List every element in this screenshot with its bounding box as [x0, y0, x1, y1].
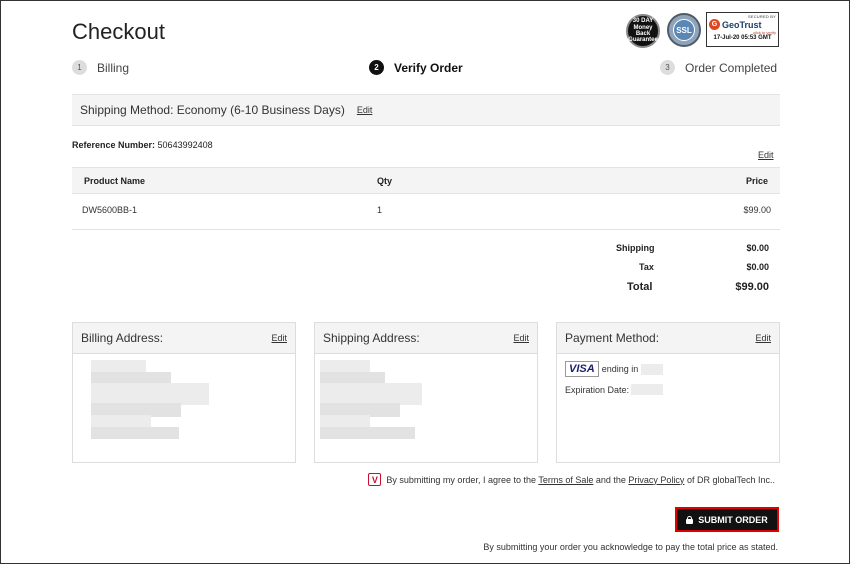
submit-order-button[interactable]: SUBMIT ORDER — [675, 507, 779, 532]
billing-edit-link[interactable]: Edit — [271, 333, 287, 343]
tax-value: $0.00 — [746, 262, 769, 272]
shipping-address-box: Shipping Address: Edit — [314, 322, 538, 463]
cell-qty: 1 — [377, 205, 383, 215]
payment-method-title: Payment Method: — [565, 331, 660, 345]
expiration-redacted — [631, 384, 664, 395]
column-header-price: Price — [745, 175, 768, 186]
shipping-method-edit-link[interactable]: Edit — [357, 105, 373, 115]
shipping-edit-link[interactable]: Edit — [513, 333, 529, 343]
step-label: Verify Order — [394, 60, 463, 75]
payment-edit-link[interactable]: Edit — [755, 333, 771, 343]
billing-address-box: Billing Address: Edit — [72, 322, 296, 463]
card-ending-label: ending in — [601, 364, 639, 374]
step-number: 1 — [72, 60, 87, 75]
shipping-total-value: $0.00 — [746, 243, 769, 253]
card-last-digits-redacted — [641, 363, 664, 375]
lock-icon — [686, 515, 694, 524]
tax-label: Tax — [639, 262, 654, 272]
footer-note: By submitting your order you acknowledge… — [483, 542, 778, 552]
shipping-method-label: Shipping Method: — [80, 103, 174, 117]
privacy-policy-link[interactable]: Privacy Policy — [628, 475, 684, 485]
shipping-address-title: Shipping Address: — [323, 331, 420, 345]
expiration-label: Expiration Date: — [565, 384, 630, 395]
shipping-method-bar: Shipping Method: Economy (6-10 Business … — [72, 94, 780, 126]
reference-label: Reference Number: — [72, 140, 156, 150]
ssl-badge: SSL — [667, 13, 701, 47]
total-label: Total — [627, 281, 653, 293]
geotrust-brand: GeoTrust — [722, 19, 762, 30]
table-row: DW5600BB-1 1 $99.00 — [72, 194, 780, 230]
column-header-qty: Qty — [377, 175, 393, 186]
column-header-product: Product Name — [84, 175, 146, 186]
step-verify-order: 2 Verify Order — [369, 60, 463, 75]
step-number: 3 — [660, 60, 675, 75]
step-label: Order Completed — [685, 60, 778, 75]
geotrust-badge[interactable]: SECURED BY G GeoTrust click to verify 17… — [706, 12, 779, 47]
shipping-total-label: Shipping — [616, 243, 655, 253]
shipping-method-value: Economy (6-10 Business Days) — [176, 103, 345, 117]
money-back-badge: 30 DAY Money Back Guarantee — [626, 14, 660, 48]
agreement-text: V By submitting my order, I agree to the… — [368, 473, 775, 486]
digital-river-v-icon: V — [368, 473, 382, 486]
agreement-suffix: of DR globalTech Inc.. — [686, 474, 775, 485]
table-header: Product Name Qty Price — [72, 167, 780, 194]
step-label: Billing — [97, 60, 130, 75]
visa-card-icon: VISA — [565, 361, 599, 377]
reference-number: Reference Number: 50643992408 — [72, 140, 213, 150]
order-edit-link[interactable]: Edit — [758, 150, 774, 160]
geotrust-timestamp: 17-Jul-20 05:53 GMT — [713, 35, 772, 41]
terms-of-sale-link[interactable]: Terms of Sale — [538, 475, 593, 485]
step-order-completed: 3 Order Completed — [660, 60, 777, 75]
badge-line: Guarantee — [628, 37, 658, 44]
agreement-and: and the — [595, 474, 626, 485]
cell-price: $99.00 — [743, 205, 771, 215]
payment-method-box: Payment Method: Edit VISA ending in Expi… — [556, 322, 780, 463]
total-value: $99.00 — [735, 281, 769, 293]
reference-value: 50643992408 — [157, 140, 213, 150]
billing-address-title: Billing Address: — [81, 331, 164, 345]
geotrust-logo-icon: G — [709, 19, 720, 30]
ssl-badge-text: SSL — [673, 19, 695, 41]
page-title: Checkout — [72, 19, 165, 44]
cell-product: DW5600BB-1 — [82, 205, 138, 215]
step-number: 2 — [369, 60, 384, 75]
step-billing[interactable]: 1 Billing — [72, 60, 129, 75]
agreement-prefix: By submitting my order, I agree to the — [386, 474, 536, 485]
submit-order-label: SUBMIT ORDER — [698, 514, 768, 525]
badge-line: Money Back — [633, 24, 653, 37]
